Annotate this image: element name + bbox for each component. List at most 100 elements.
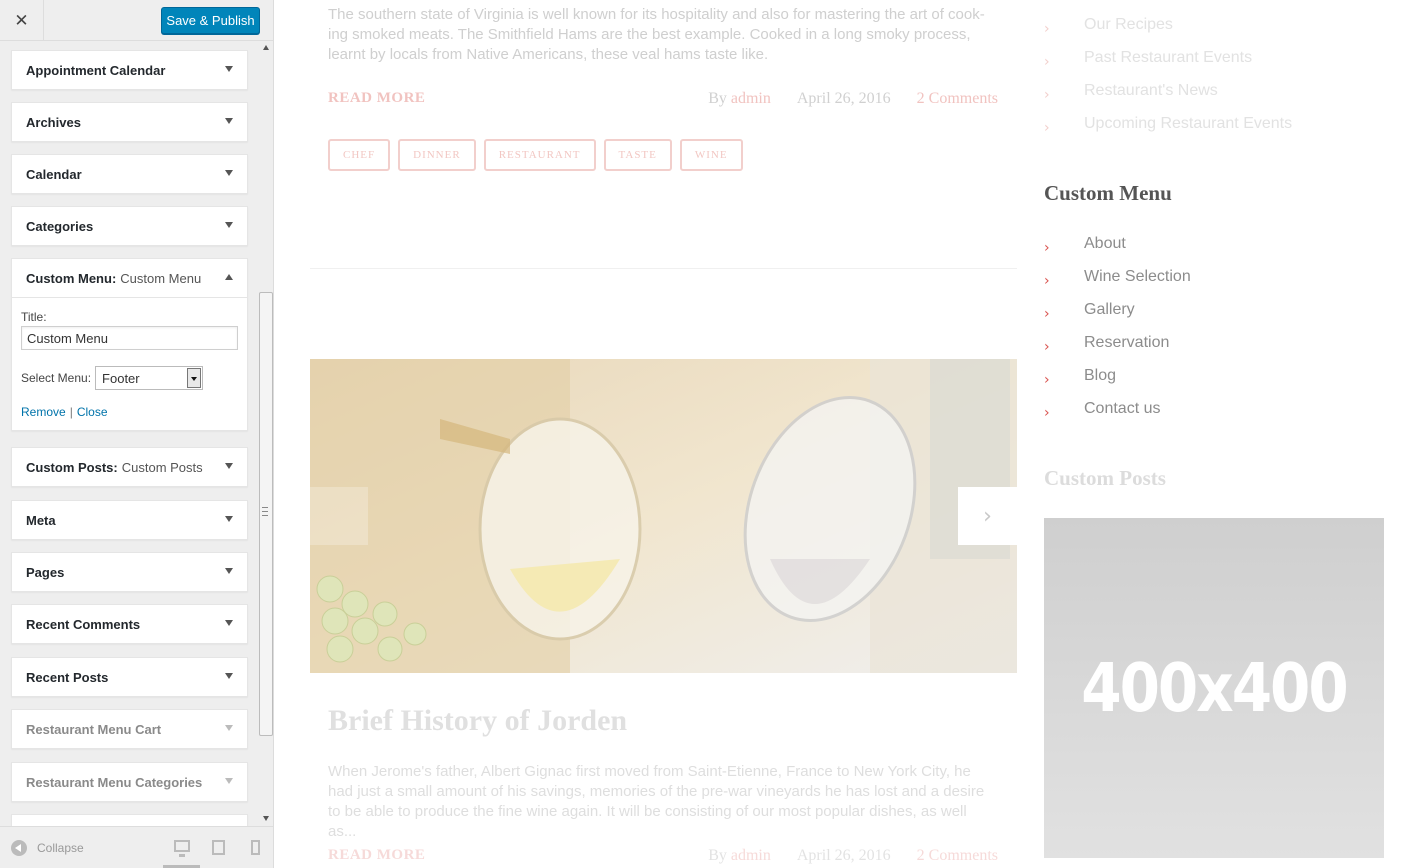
widget-title: Appointment Calendar <box>26 62 166 78</box>
customizer-footer: Collapse <box>0 826 273 868</box>
widget-header[interactable]: Pages <box>12 553 247 591</box>
slider-prev-button[interactable] <box>310 487 368 545</box>
expand-arrow-icon[interactable] <box>225 66 233 72</box>
expand-arrow-icon[interactable] <box>225 725 233 731</box>
tag-dinner[interactable]: DINNER <box>398 139 476 171</box>
list-item[interactable]: › Upcoming Restaurant Events <box>1044 114 1292 147</box>
widget-meta[interactable]: Meta <box>11 500 248 540</box>
dropdown-arrow-icon[interactable] <box>187 368 202 388</box>
widget-custom-posts[interactable]: Custom Posts: Custom Posts <box>11 447 248 487</box>
widget-title: Categories <box>26 218 94 234</box>
menu-item-about[interactable]: › About <box>1044 234 1191 267</box>
tag-taste[interactable]: TASTE <box>603 139 672 171</box>
title-input[interactable]: Custom Menu <box>21 326 238 350</box>
widget-header[interactable]: Meta <box>12 501 247 539</box>
widget-header[interactable]: Calendar <box>12 155 247 193</box>
slider-next-button[interactable]: › <box>958 487 1017 545</box>
comments-link[interactable]: 2 Comments <box>917 90 998 108</box>
chevron-right-icon: › <box>1044 405 1050 421</box>
expand-arrow-icon[interactable] <box>225 673 233 679</box>
widget-header[interactable]: Custom Menu: Custom Menu <box>12 259 247 297</box>
tag-wine[interactable]: WINE <box>679 139 743 171</box>
widget-header[interactable]: Appointment Calendar <box>12 51 247 89</box>
grip-icon[interactable] <box>262 507 268 516</box>
widget-appointment-calendar[interactable]: Appointment Calendar <box>11 50 248 90</box>
collapse-icon[interactable] <box>11 840 27 856</box>
remove-link[interactable]: Remove <box>21 405 66 419</box>
read-more-link[interactable]: READ MORE <box>328 90 425 107</box>
post-excerpt: The southern state of Virginia is well k… <box>328 6 985 63</box>
widget-categories[interactable]: Categories <box>11 206 248 246</box>
post-title[interactable]: Brief History of Jorden <box>328 704 627 738</box>
placeholder-image[interactable]: 400x400 <box>1044 518 1384 858</box>
widget-header[interactable]: Categories <box>12 207 247 245</box>
author-link[interactable]: admin <box>731 847 771 864</box>
widget-restaurant-menu-categories[interactable]: Restaurant Menu Categories <box>11 762 248 802</box>
post-excerpt: When Jerome's father, Albert Gignac firs… <box>328 763 985 840</box>
list-item-label: Our Recipes <box>1084 16 1173 33</box>
tablet-preview-icon[interactable] <box>212 840 225 855</box>
expand-arrow-icon[interactable] <box>225 516 233 522</box>
widget-recent-posts[interactable]: Recent Posts <box>11 657 248 697</box>
widget-title: Custom Posts: <box>26 459 118 475</box>
collapse-button[interactable]: Collapse <box>37 841 84 855</box>
custom-menu-list: › About › Wine Selection › Gallery › Reserva… <box>1044 234 1191 432</box>
desktop-preview-icon[interactable] <box>174 840 190 857</box>
wine-glasses-image <box>310 359 1017 673</box>
menu-item-wine-selection[interactable]: › Wine Selection <box>1044 267 1191 300</box>
widget-header[interactable]: Restaurant Menu Cart <box>12 710 247 748</box>
close-icon[interactable]: ✕ <box>0 0 44 41</box>
by-label: By <box>708 847 727 864</box>
menu-item-blog[interactable]: › Blog <box>1044 366 1191 399</box>
expand-arrow-icon[interactable] <box>225 568 233 574</box>
widget-recent-comments[interactable]: Recent Comments <box>11 604 248 644</box>
collapse-arrow-icon[interactable] <box>225 274 233 280</box>
menu-item-label: Contact us <box>1084 400 1161 417</box>
expand-arrow-icon[interactable] <box>225 620 233 626</box>
widget-title: Meta <box>26 512 56 528</box>
list-item[interactable]: › Restaurant's News <box>1044 81 1292 114</box>
post-meta: READ MORE By admin April 26, 2016 2 Comm… <box>328 90 998 112</box>
widget-calendar[interactable]: Calendar <box>11 154 248 194</box>
scroll-up-icon[interactable] <box>263 45 269 50</box>
widget-header[interactable]: Custom Posts: Custom Posts <box>12 448 247 486</box>
widget-next-partial[interactable] <box>11 814 248 826</box>
widget-restaurant-menu-cart[interactable]: Restaurant Menu Cart <box>11 709 248 749</box>
widget-header[interactable]: Archives <box>12 103 247 141</box>
menu-item-reservation[interactable]: › Reservation <box>1044 333 1191 366</box>
tag-restaurant[interactable]: RESTAURANT <box>483 139 596 171</box>
comments-link[interactable]: 2 Comments <box>917 847 998 865</box>
list-item[interactable]: › Our Recipes <box>1044 15 1292 48</box>
menu-item-gallery[interactable]: › Gallery <box>1044 300 1191 333</box>
widget-header[interactable]: Recent Posts <box>12 658 247 696</box>
scroll-down-icon[interactable] <box>263 816 269 821</box>
menu-item-contact[interactable]: › Contact us <box>1044 399 1191 432</box>
expand-arrow-icon[interactable] <box>225 778 233 784</box>
author-link[interactable]: admin <box>731 90 771 107</box>
chevron-right-icon: › <box>1044 339 1050 355</box>
save-publish-button[interactable]: Save & Publish <box>161 7 260 34</box>
widgets-panel: Appointment Calendar Archives Calendar C… <box>0 41 273 826</box>
widget-actions: Remove | Close <box>21 405 238 419</box>
select-menu-dropdown[interactable]: Footer <box>95 366 204 390</box>
list-item-label: Upcoming Restaurant Events <box>1084 115 1293 132</box>
close-link[interactable]: Close <box>77 405 108 419</box>
expand-arrow-icon[interactable] <box>225 222 233 228</box>
site-preview: The southern state of Virginia is well k… <box>275 0 1418 868</box>
expand-arrow-icon[interactable] <box>225 463 233 469</box>
widget-header[interactable]: Recent Comments <box>12 605 247 643</box>
widget-title: Restaurant Menu Categories <box>26 774 203 790</box>
menu-item-label: Reservation <box>1084 334 1170 351</box>
read-more-link[interactable]: READ MORE <box>328 847 425 864</box>
widget-custom-menu[interactable]: Custom Menu: Custom Menu Title: Custom Me… <box>11 258 248 431</box>
expand-arrow-icon[interactable] <box>225 118 233 124</box>
list-item-label: Restaurant's News <box>1084 82 1218 99</box>
tag-chef[interactable]: CHEF <box>328 139 391 171</box>
mobile-preview-icon[interactable] <box>251 840 260 855</box>
widget-header[interactable]: Restaurant Menu Categories <box>12 763 247 801</box>
post-author: By admin <box>708 90 771 108</box>
list-item[interactable]: › Past Restaurant Events <box>1044 48 1292 81</box>
expand-arrow-icon[interactable] <box>225 170 233 176</box>
widget-archives[interactable]: Archives <box>11 102 248 142</box>
widget-pages[interactable]: Pages <box>11 552 248 592</box>
